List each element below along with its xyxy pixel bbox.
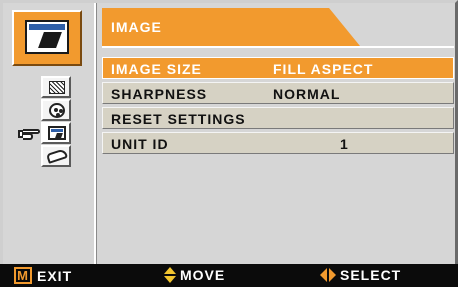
image-settings-icon[interactable] — [12, 10, 82, 66]
menu-area: IMAGE IMAGE SIZE FILL ASPECT SHARPNESS N… — [102, 8, 454, 154]
hand-setup-icon[interactable] — [41, 145, 71, 167]
pattern-glyph — [49, 81, 65, 94]
exit-hint[interactable]: M EXIT — [14, 267, 72, 284]
screen-glyph — [25, 20, 69, 54]
menu-row-image-size[interactable]: IMAGE SIZE FILL ASPECT — [102, 57, 454, 79]
row-value: FILL ASPECT — [273, 61, 374, 77]
menu-row-sharpness[interactable]: SHARPNESS NORMAL — [102, 82, 454, 104]
row-label: IMAGE SIZE — [111, 61, 202, 77]
title-underline — [102, 46, 454, 48]
move-hint: MOVE — [164, 267, 225, 283]
left-right-arrow-icon — [320, 268, 336, 282]
select-label: SELECT — [340, 267, 402, 283]
category-sidebar — [3, 3, 91, 264]
up-down-arrow-icon — [164, 267, 176, 283]
pen-glyph — [38, 32, 62, 48]
move-label: MOVE — [180, 267, 226, 283]
row-value: 1 — [340, 136, 349, 152]
footer-hint-bar: M EXIT MOVE SELECT — [0, 264, 458, 287]
color-palette-icon[interactable] — [41, 99, 71, 121]
row-label: UNIT ID — [111, 136, 169, 152]
image-screen-icon[interactable] — [41, 122, 71, 144]
palette-glyph — [49, 103, 65, 118]
pointing-hand-icon — [18, 128, 40, 140]
menu-row-unit-id[interactable]: UNIT ID 1 — [102, 132, 454, 154]
select-hint: SELECT — [320, 267, 401, 283]
pattern-icon[interactable] — [41, 76, 71, 98]
screen-title-bar — [29, 24, 65, 30]
screen-small-glyph — [48, 126, 66, 140]
fist-glyph — [23, 133, 33, 140]
divider — [94, 3, 97, 264]
row-label: SHARPNESS — [111, 86, 208, 102]
hand-glyph — [45, 148, 69, 164]
osd-menu-panel: IMAGE IMAGE SIZE FILL ASPECT SHARPNESS N… — [0, 0, 458, 264]
menu-key-icon: M — [14, 267, 32, 284]
menu-title-tab: IMAGE — [102, 8, 360, 46]
row-label: RESET SETTINGS — [111, 111, 246, 127]
exit-label: EXIT — [37, 267, 73, 284]
row-value: NORMAL — [273, 86, 341, 102]
menu-title: IMAGE — [111, 19, 162, 35]
menu-row-reset-settings[interactable]: RESET SETTINGS — [102, 107, 454, 129]
